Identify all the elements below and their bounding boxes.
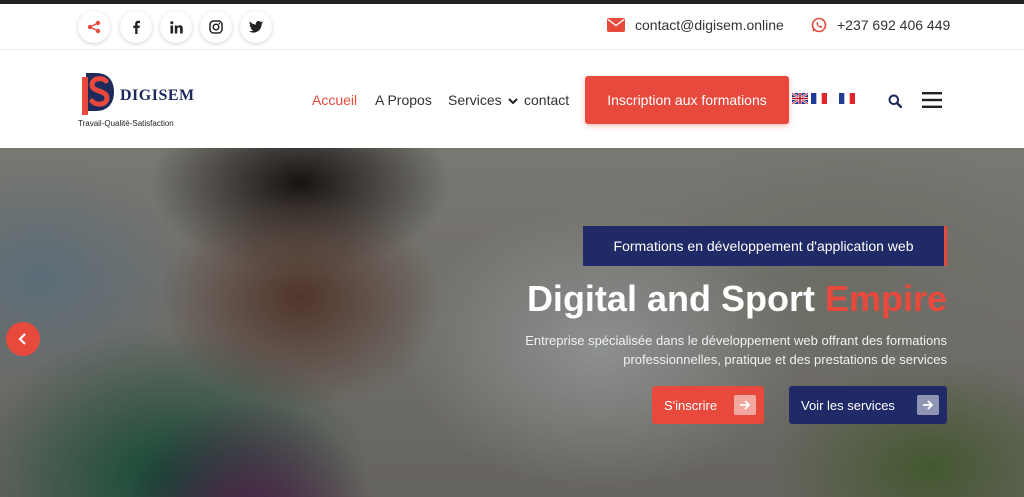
facebook-icon[interactable] xyxy=(120,11,152,43)
search-icon[interactable] xyxy=(888,94,903,113)
nav-item-accueil[interactable]: Accueil xyxy=(312,92,357,108)
email-contact[interactable]: contact@digisem.online xyxy=(607,17,784,33)
linkedin-icon[interactable] xyxy=(160,11,192,43)
voir-services-label: Voir les services xyxy=(801,397,895,413)
nav-item-a-propos[interactable]: A Propos xyxy=(375,92,432,108)
gb-flag-icon[interactable] xyxy=(792,93,808,104)
envelope-icon xyxy=(607,18,625,32)
hero-slider: Formations en développement d'applicatio… xyxy=(0,148,1024,497)
inscription-button[interactable]: Inscription aux formations xyxy=(585,76,789,124)
nav-item-services[interactable]: Services xyxy=(448,92,518,108)
phone-contact[interactable]: +237 692 406 449 xyxy=(811,17,950,33)
chevron-down-icon xyxy=(507,98,518,105)
nav-item-contact[interactable]: contact xyxy=(524,92,569,108)
hero-image-overlay xyxy=(0,148,1024,497)
arrow-right-icon xyxy=(734,395,756,415)
hamburger-menu-icon[interactable] xyxy=(922,92,942,113)
email-text: contact@digisem.online xyxy=(635,17,784,33)
hero-title: Digital and Sport Empire xyxy=(0,278,947,320)
phone-text: +237 692 406 449 xyxy=(837,17,951,33)
fr-flag-icon[interactable] xyxy=(811,93,827,104)
hero-title-main: Digital and Sport xyxy=(526,278,825,319)
share-icon[interactable] xyxy=(78,11,110,43)
digisem-logo-mark xyxy=(82,73,114,115)
arrow-right-icon xyxy=(917,395,939,415)
hero-title-accent: Empire xyxy=(824,278,947,319)
site-logo[interactable]: DIGISEM Travail-Qualité-Satisfaction xyxy=(78,69,208,131)
slider-prev-button[interactable] xyxy=(6,322,40,356)
chevron-left-icon xyxy=(18,333,26,345)
instagram-icon[interactable] xyxy=(200,11,232,43)
sinscrire-button[interactable]: S'inscrire xyxy=(652,386,764,424)
fr-flag-icon[interactable] xyxy=(839,93,855,104)
twitter-icon[interactable] xyxy=(240,11,272,43)
whatsapp-icon xyxy=(811,17,827,33)
hero-description-line-1: Entreprise spécialisée dans le développe… xyxy=(525,333,947,348)
topbar: contact@digisem.online +237 692 406 449 xyxy=(0,4,1024,50)
voir-services-button[interactable]: Voir les services xyxy=(789,386,947,424)
sinscrire-label: S'inscrire xyxy=(664,397,718,413)
hero-description-line-2: professionnelles, pratique et des presta… xyxy=(623,352,947,367)
hero-badge: Formations en développement d'applicatio… xyxy=(583,226,947,266)
main-navbar: DIGISEM Travail-Qualité-Satisfaction Acc… xyxy=(0,51,1024,148)
logo-tagline: Travail-Qualité-Satisfaction xyxy=(78,119,174,128)
nav-item-services-label: Services xyxy=(448,92,502,108)
logo-name: DIGISEM xyxy=(120,87,195,104)
